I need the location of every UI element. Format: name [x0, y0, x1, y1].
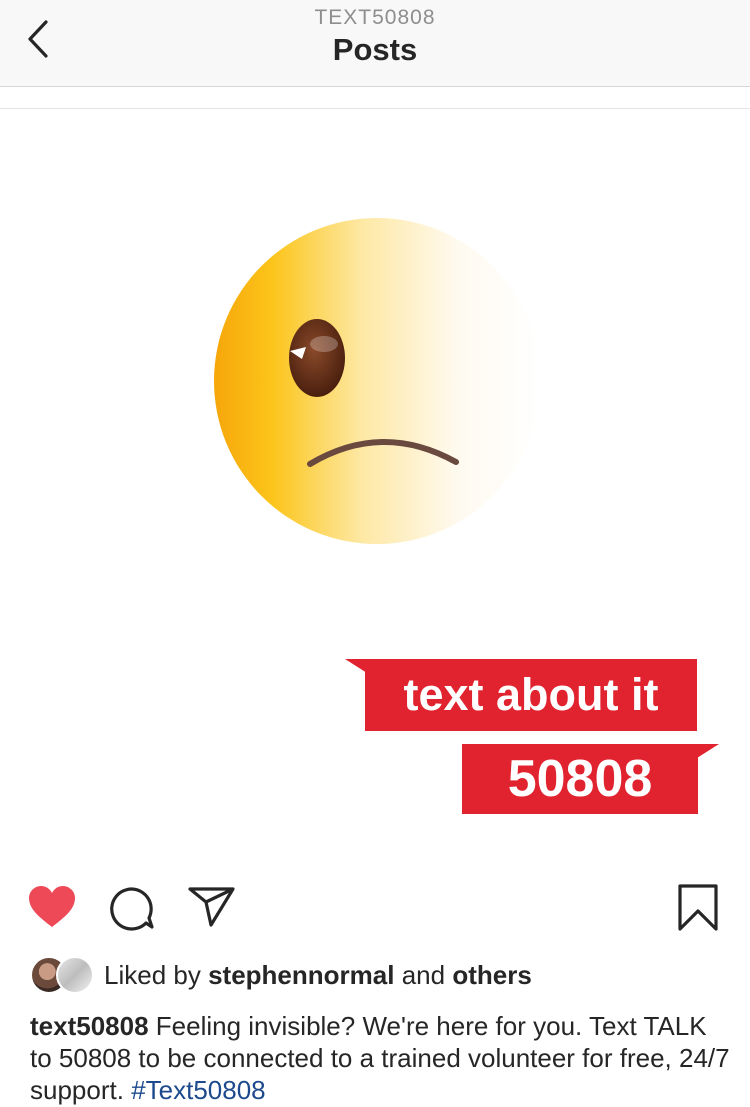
like-button[interactable] — [27, 885, 77, 934]
likes-others-link[interactable]: others — [452, 960, 531, 990]
share-button[interactable] — [187, 885, 237, 934]
bookmark-icon — [678, 884, 718, 931]
cta-banner-text: text about it — [365, 659, 697, 731]
avatar[interactable] — [56, 956, 94, 994]
likes-conjunction: and — [401, 959, 446, 990]
comment-icon — [110, 887, 154, 931]
caption-username[interactable]: text50808 — [30, 1011, 149, 1041]
likes-text: Liked by stephennormal and others — [104, 960, 532, 991]
account-name: TEXT50808 — [314, 6, 436, 29]
likes-summary[interactable]: Liked by stephennormal and others — [30, 955, 532, 995]
banner-tail — [697, 744, 719, 758]
slightly-frowning-emoji — [214, 218, 540, 544]
cta-banner-number: 50808 — [462, 744, 698, 814]
post-caption: text50808 Feeling invisible? We're here … — [30, 1010, 730, 1106]
comment-button[interactable] — [108, 885, 156, 936]
caption-hashtag[interactable]: #Text50808 — [131, 1075, 265, 1105]
top-nav-bar: TEXT50808 Posts — [0, 0, 750, 87]
save-button[interactable] — [676, 883, 720, 938]
send-icon — [188, 887, 235, 927]
banner-tail — [345, 659, 367, 673]
likes-prefix: Liked by — [104, 959, 201, 990]
page-title: Posts — [332, 32, 418, 67]
heart-icon — [29, 886, 75, 927]
post-image[interactable]: text about it 50808 — [0, 109, 750, 865]
liker-username[interactable]: stephennormal — [208, 960, 394, 990]
